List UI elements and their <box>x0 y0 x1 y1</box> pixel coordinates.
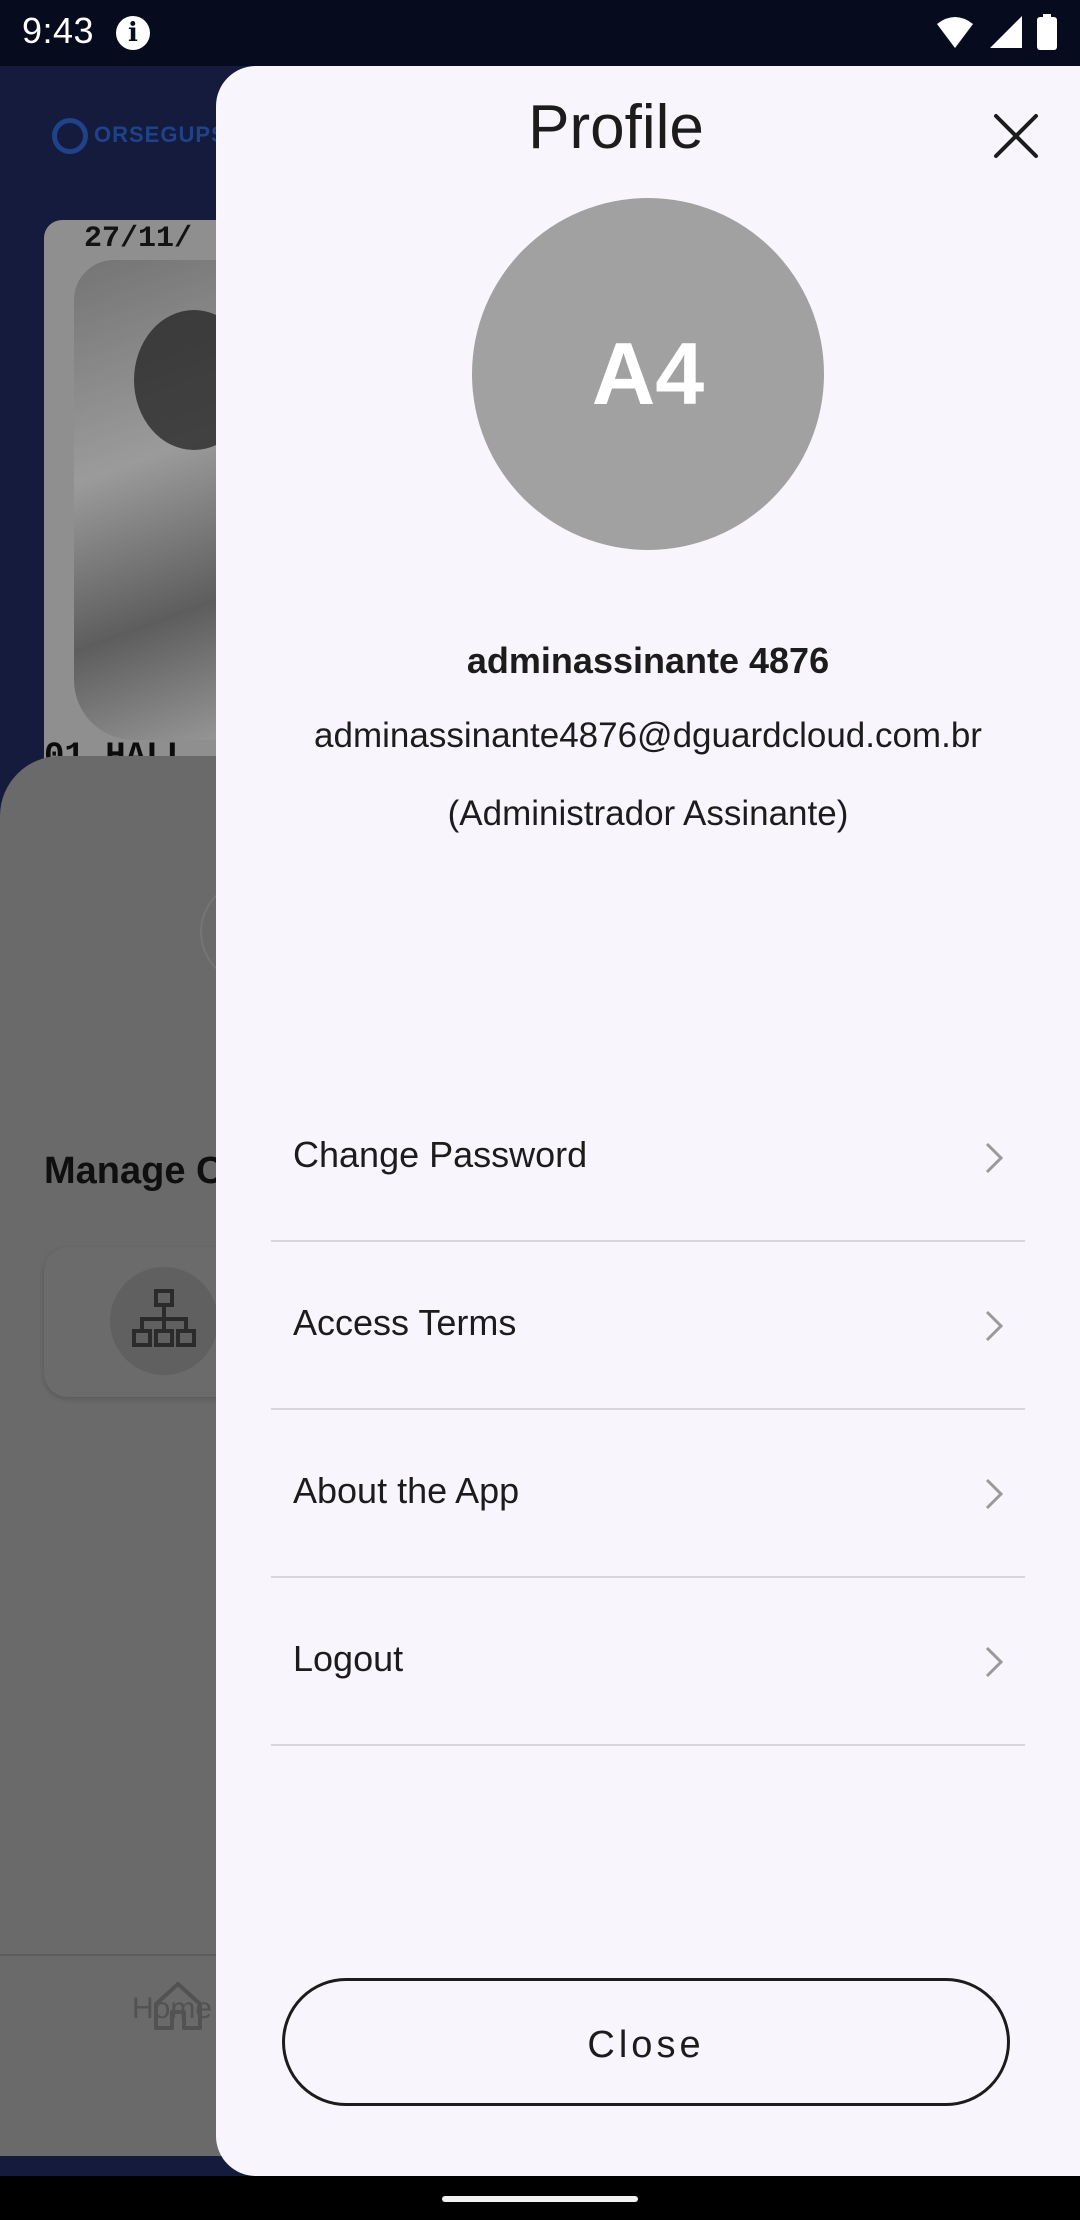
menu-item-label: About the App <box>293 1470 520 1511</box>
status-bar: 9:43 i <box>0 0 1080 66</box>
menu-item-label: Logout <box>293 1638 404 1679</box>
wifi-icon <box>937 17 974 48</box>
gesture-handle[interactable] <box>442 2196 638 2202</box>
close-button[interactable]: Close <box>282 1978 1010 2106</box>
menu-item-about-app[interactable]: About the App <box>271 1410 1025 1578</box>
menu-item-access-terms[interactable]: Access Terms <box>271 1242 1025 1410</box>
user-role: (Administrador Assinante) <box>447 794 849 833</box>
gesture-bar <box>0 2176 1080 2220</box>
user-email: adminassinante4876@dguardcloud.com.br <box>314 716 982 755</box>
chevron-right-icon <box>985 1646 1004 1678</box>
battery-icon <box>1037 14 1057 50</box>
drawer-title: Profile <box>528 93 704 162</box>
status-time: 9:43 <box>22 10 95 51</box>
signal-icon <box>989 16 1022 48</box>
profile-drawer: Profile A4 adminassinante 4876 adminassi… <box>216 66 1080 2176</box>
chevron-right-icon <box>985 1142 1004 1174</box>
chevron-right-icon <box>985 1478 1004 1510</box>
menu-item-change-password[interactable]: Change Password <box>271 1074 1025 1242</box>
system-icons <box>927 14 1058 50</box>
close-icon[interactable] <box>986 106 1046 166</box>
menu-item-label: Change Password <box>293 1134 588 1175</box>
menu-item-label: Access Terms <box>293 1302 517 1343</box>
user-name: adminassinante 4876 <box>466 640 830 681</box>
menu-item-logout[interactable]: Logout <box>271 1578 1025 1746</box>
avatar: A4 <box>472 198 824 550</box>
chevron-right-icon <box>985 1310 1004 1342</box>
info-icon: i <box>116 16 150 50</box>
profile-menu: Change Password Access Terms About the A… <box>271 1074 1025 1746</box>
